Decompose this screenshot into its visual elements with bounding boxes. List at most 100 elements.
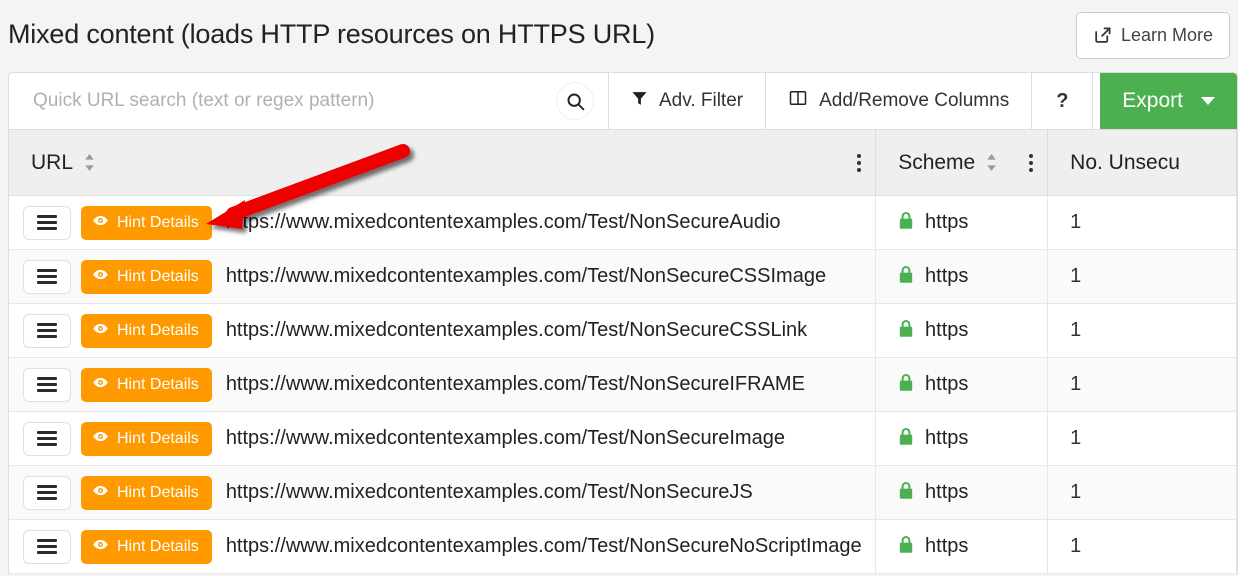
table-row: Hint Details https://www.mixedcontentexam… <box>9 304 1237 358</box>
cell-no-unsecure: 1 <box>1048 304 1237 357</box>
row-menu-button[interactable] <box>23 421 71 456</box>
hint-details-button[interactable]: Hint Details <box>81 205 212 240</box>
url-value: https://www.mixedcontentexamples.com/Tes… <box>225 265 827 287</box>
results-table: URL Scheme No. Unsecu Hint Details https… <box>8 130 1238 574</box>
table-body: Hint Details https://www.mixedcontentexam… <box>9 196 1237 574</box>
table-row: Hint Details https://www.mixedcontentexam… <box>9 358 1237 412</box>
table-row: Hint Details https://www.mixedcontentexam… <box>9 412 1237 466</box>
hamburger-icon <box>37 431 57 446</box>
hint-details-button[interactable]: Hint Details <box>81 421 212 456</box>
lock-icon <box>898 265 914 289</box>
lock-icon <box>898 211 914 235</box>
row-menu-button[interactable] <box>23 367 71 402</box>
hint-details-label: Hint Details <box>117 213 199 231</box>
scheme-value: https <box>925 373 969 395</box>
cell-scheme: https <box>876 358 1049 411</box>
mixed-content-report-page: Mixed content (loads HTTP resources on H… <box>0 0 1238 576</box>
cell-scheme: https <box>876 520 1049 573</box>
row-menu-button[interactable] <box>23 259 71 294</box>
hint-details-label: Hint Details <box>117 483 199 501</box>
no-unsecure-value: 1 <box>1070 211 1082 233</box>
cell-no-unsecure: 1 <box>1048 466 1237 519</box>
eye-icon <box>92 428 109 450</box>
columns-icon <box>788 88 808 114</box>
external-link-icon <box>1093 26 1112 45</box>
search-input[interactable] <box>9 73 608 129</box>
hint-details-label: Hint Details <box>117 321 199 339</box>
url-value: https://www.mixedcontentexamples.com/Tes… <box>225 373 805 395</box>
lock-icon <box>898 427 914 451</box>
hint-details-button[interactable]: Hint Details <box>81 313 212 348</box>
url-value: https://www.mixedcontentexamples.com/Tes… <box>225 427 785 449</box>
table-row: Hint Details https://www.mixedcontentexam… <box>9 466 1237 520</box>
chevron-down-icon <box>1201 97 1215 105</box>
learn-more-button[interactable]: Learn More <box>1075 12 1230 59</box>
row-menu-button[interactable] <box>23 475 71 510</box>
column-header-scheme[interactable]: Scheme <box>876 130 1049 195</box>
eye-icon <box>92 482 109 504</box>
column-menu-url[interactable] <box>857 153 862 172</box>
no-unsecure-value: 1 <box>1070 535 1082 557</box>
cell-url: Hint Details https://www.mixedcontentexam… <box>9 196 877 249</box>
hint-details-button[interactable]: Hint Details <box>81 529 212 564</box>
cell-no-unsecure: 1 <box>1048 358 1237 411</box>
help-button[interactable]: ? <box>1032 73 1094 129</box>
no-unsecure-value: 1 <box>1070 373 1082 395</box>
hamburger-icon <box>37 539 57 554</box>
hamburger-icon <box>37 323 57 338</box>
lock-icon <box>898 373 914 397</box>
lock-icon <box>898 319 914 343</box>
learn-more-label: Learn More <box>1120 25 1213 45</box>
cell-url: Hint Details https://www.mixedcontentexam… <box>9 358 877 411</box>
hint-details-button[interactable]: Hint Details <box>81 367 212 402</box>
cell-url: Hint Details https://www.mixedcontentexam… <box>9 466 877 519</box>
quick-search-container <box>9 73 609 129</box>
cell-no-unsecure: 1 <box>1048 250 1237 303</box>
hint-details-button[interactable]: Hint Details <box>81 259 212 294</box>
export-label: Export <box>1122 89 1183 112</box>
cell-no-unsecure: 1 <box>1048 520 1237 573</box>
eye-icon <box>92 212 109 234</box>
row-menu-button[interactable] <box>23 205 71 240</box>
sort-icon[interactable] <box>83 153 96 172</box>
hint-details-button[interactable]: Hint Details <box>81 475 212 510</box>
scheme-value: https <box>925 481 969 503</box>
no-unsecure-value: 1 <box>1070 427 1082 449</box>
cell-scheme: https <box>876 304 1049 357</box>
column-menu-scheme[interactable] <box>1029 153 1034 172</box>
table-row: Hint Details https://www.mixedcontentexam… <box>9 250 1237 304</box>
eye-icon <box>92 536 109 558</box>
column-header-no-unsecure-label: No. Unsecu <box>1070 150 1180 174</box>
scheme-value: https <box>925 427 969 449</box>
url-value: https://www.mixedcontentexamples.com/Tes… <box>225 535 862 557</box>
funnel-icon <box>631 90 648 113</box>
cell-scheme: https <box>876 466 1049 519</box>
scheme-value: https <box>925 265 969 287</box>
page-header: Mixed content (loads HTTP resources on H… <box>0 0 1238 72</box>
sort-icon[interactable] <box>985 153 998 172</box>
hamburger-icon <box>37 377 57 392</box>
export-button[interactable]: Export <box>1100 73 1237 129</box>
eye-icon <box>92 266 109 288</box>
row-menu-button[interactable] <box>23 313 71 348</box>
no-unsecure-value: 1 <box>1070 481 1082 503</box>
scheme-value: https <box>925 535 969 557</box>
add-remove-columns-button[interactable]: Add/Remove Columns <box>766 73 1033 129</box>
url-value: https://www.mixedcontentexamples.com/Tes… <box>225 319 808 341</box>
table-row: Hint Details https://www.mixedcontentexam… <box>9 196 1237 250</box>
column-header-no-unsecure[interactable]: No. Unsecu <box>1048 130 1237 195</box>
hint-details-label: Hint Details <box>117 429 199 447</box>
hamburger-icon <box>37 485 57 500</box>
search-icon[interactable] <box>556 82 594 120</box>
lock-icon <box>898 535 914 559</box>
table-header-row: URL Scheme No. Unsecu <box>9 130 1237 196</box>
cell-url: Hint Details https://www.mixedcontentexam… <box>9 304 877 357</box>
lock-icon <box>898 481 914 505</box>
column-header-url[interactable]: URL <box>9 130 877 195</box>
page-title: Mixed content (loads HTTP resources on H… <box>8 19 655 49</box>
table-toolbar: Adv. Filter Add/Remove Columns ? Export <box>8 72 1238 130</box>
cell-no-unsecure: 1 <box>1048 412 1237 465</box>
url-value: https://www.mixedcontentexamples.com/Tes… <box>225 211 781 233</box>
row-menu-button[interactable] <box>23 529 71 564</box>
adv-filter-button[interactable]: Adv. Filter <box>609 73 767 129</box>
